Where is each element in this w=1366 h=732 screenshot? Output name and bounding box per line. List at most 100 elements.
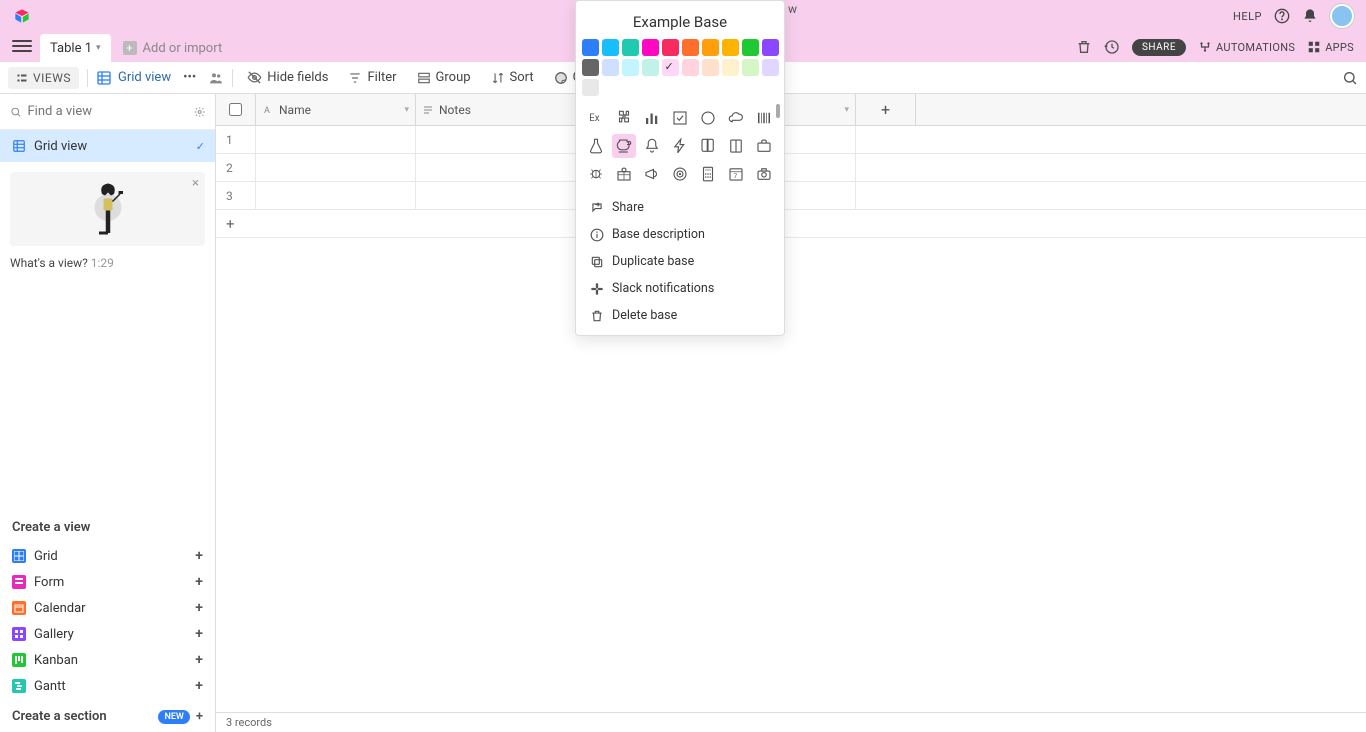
book-icon[interactable] bbox=[696, 134, 720, 158]
scrollbar[interactable] bbox=[776, 104, 780, 118]
color-swatch[interactable] bbox=[582, 79, 599, 96]
promo-card[interactable]: × bbox=[10, 172, 205, 246]
puzzle-icon[interactable] bbox=[612, 106, 636, 130]
close-icon[interactable]: × bbox=[192, 176, 199, 191]
menu-duplicate[interactable]: Duplicate base bbox=[576, 248, 784, 275]
color-swatch[interactable] bbox=[622, 39, 639, 56]
trash-icon[interactable] bbox=[1076, 39, 1092, 55]
create-calendar-view[interactable]: Calendar+ bbox=[12, 595, 203, 621]
Ex-icon[interactable]: Ex bbox=[584, 106, 608, 130]
color-swatch[interactable] bbox=[622, 59, 639, 76]
color-swatch[interactable] bbox=[702, 39, 719, 56]
table-row[interactable]: 1 bbox=[216, 126, 1366, 154]
color-swatch[interactable] bbox=[722, 39, 739, 56]
sidebar-view-grid[interactable]: Grid view ✓ bbox=[0, 130, 215, 162]
color-swatch[interactable] bbox=[702, 59, 719, 76]
checkbox-icon[interactable] bbox=[668, 106, 692, 130]
color-swatch[interactable] bbox=[602, 39, 619, 56]
briefcase-icon[interactable] bbox=[752, 134, 776, 158]
camera-icon[interactable] bbox=[752, 162, 776, 186]
plus-icon[interactable]: + bbox=[196, 709, 203, 724]
bars-icon[interactable] bbox=[640, 106, 664, 130]
create-section[interactable]: Create a section NEW + bbox=[12, 699, 203, 728]
menu-share[interactable]: Share bbox=[576, 194, 784, 221]
color-swatch[interactable] bbox=[642, 59, 659, 76]
help-icon[interactable] bbox=[1274, 8, 1290, 24]
find-view-input[interactable] bbox=[28, 104, 194, 119]
tab-caret-icon[interactable]: ▾ bbox=[96, 43, 101, 53]
hide-fields-button[interactable]: Hide fields bbox=[241, 66, 334, 89]
promo-text[interactable]: What's a view? 1:29 bbox=[0, 256, 215, 270]
color-swatch[interactable] bbox=[762, 39, 779, 56]
bolt-icon[interactable] bbox=[668, 134, 692, 158]
search-icon[interactable] bbox=[1342, 70, 1358, 86]
hamburger-menu-icon[interactable] bbox=[12, 36, 32, 56]
circle-icon[interactable] bbox=[696, 106, 720, 130]
filter-button[interactable]: Filter bbox=[342, 66, 402, 89]
group-button[interactable]: Group bbox=[411, 66, 477, 89]
cal-icon[interactable]: 7 bbox=[724, 162, 748, 186]
bug-icon[interactable] bbox=[584, 162, 608, 186]
color-swatch[interactable] bbox=[682, 59, 699, 76]
view-more-icon[interactable]: ••• bbox=[179, 70, 200, 85]
plus-icon[interactable]: + bbox=[195, 600, 203, 616]
menu-slack[interactable]: Slack notifications bbox=[576, 275, 784, 302]
cell[interactable] bbox=[256, 126, 416, 153]
column-header-name[interactable]: A Name ▾ bbox=[256, 94, 416, 125]
automations-button[interactable]: AUTOMATIONS bbox=[1198, 40, 1295, 54]
create-grid-view[interactable]: Grid+ bbox=[12, 543, 203, 569]
select-all-checkbox[interactable] bbox=[216, 94, 256, 125]
create-kanban-view[interactable]: Kanban+ bbox=[12, 647, 203, 673]
current-view-button[interactable]: Grid view bbox=[96, 70, 171, 86]
megaphone-icon[interactable] bbox=[640, 162, 664, 186]
history-icon[interactable] bbox=[1104, 39, 1120, 55]
color-swatch[interactable] bbox=[642, 39, 659, 56]
settings-icon[interactable] bbox=[194, 105, 206, 119]
add-column-button[interactable]: + bbox=[856, 94, 916, 125]
apps-button[interactable]: APPS bbox=[1307, 40, 1354, 54]
share-button[interactable]: SHARE bbox=[1132, 39, 1186, 56]
book2-icon[interactable] bbox=[724, 134, 748, 158]
plus-icon[interactable]: + bbox=[195, 574, 203, 590]
app-logo[interactable] bbox=[12, 6, 32, 26]
column-dropdown-icon[interactable]: ▾ bbox=[404, 105, 409, 115]
cell[interactable] bbox=[256, 154, 416, 181]
plus-icon[interactable]: + bbox=[195, 548, 203, 564]
people-icon[interactable] bbox=[208, 70, 224, 86]
create-gallery-view[interactable]: Gallery+ bbox=[12, 621, 203, 647]
color-swatch[interactable] bbox=[602, 59, 619, 76]
color-swatch[interactable] bbox=[682, 39, 699, 56]
bell-icon[interactable] bbox=[640, 134, 664, 158]
menu-delete[interactable]: Delete base bbox=[576, 302, 784, 329]
column-dropdown-icon[interactable]: ▾ bbox=[844, 105, 849, 115]
gift-icon[interactable] bbox=[612, 162, 636, 186]
menu-description[interactable]: Base description bbox=[576, 221, 784, 248]
plus-icon[interactable]: + bbox=[195, 678, 203, 694]
views-toggle-button[interactable]: VIEWS bbox=[8, 67, 79, 89]
color-swatch[interactable] bbox=[722, 59, 739, 76]
help-text[interactable]: HELP bbox=[1233, 10, 1262, 23]
create-form-view[interactable]: Form+ bbox=[12, 569, 203, 595]
color-swatch[interactable] bbox=[662, 39, 679, 56]
color-swatch[interactable] bbox=[742, 39, 759, 56]
cup-icon[interactable] bbox=[612, 134, 636, 158]
table-row[interactable]: 3 bbox=[216, 182, 1366, 210]
cell[interactable] bbox=[256, 182, 416, 209]
color-swatch[interactable] bbox=[742, 59, 759, 76]
calc-icon[interactable] bbox=[696, 162, 720, 186]
cloud-icon[interactable] bbox=[724, 106, 748, 130]
base-title[interactable]: Example Base bbox=[576, 9, 784, 39]
color-swatch[interactable] bbox=[582, 39, 599, 56]
color-swatch[interactable] bbox=[762, 59, 779, 76]
color-swatch[interactable] bbox=[582, 59, 599, 76]
sort-button[interactable]: Sort bbox=[485, 66, 540, 89]
add-row[interactable]: + bbox=[216, 210, 1366, 238]
add-or-import-button[interactable]: + Add or import bbox=[123, 34, 223, 62]
plus-icon[interactable]: + bbox=[195, 652, 203, 668]
color-swatch[interactable] bbox=[662, 59, 679, 76]
tab-table1[interactable]: Table 1 ▾ bbox=[40, 34, 111, 62]
user-avatar[interactable] bbox=[1330, 4, 1354, 28]
table-row[interactable]: 2 bbox=[216, 154, 1366, 182]
notifications-icon[interactable] bbox=[1302, 8, 1318, 24]
barcode-icon[interactable] bbox=[752, 106, 776, 130]
